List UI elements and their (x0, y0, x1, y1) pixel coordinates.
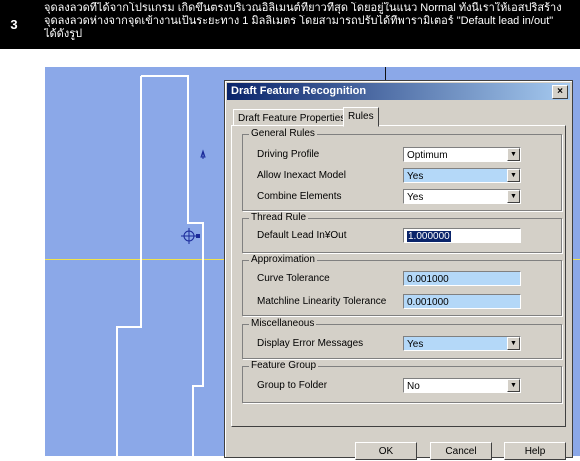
tab-rules[interactable]: Rules (343, 107, 379, 127)
thread-rule-group: Thread Rule Default Lead In¥Out 1.000000 (242, 212, 562, 253)
matchline-tolerance-input[interactable]: 0.001000 (403, 294, 521, 309)
driving-profile-select[interactable]: Optimum ▼ (403, 147, 521, 162)
group-label: Thread Rule (249, 212, 309, 224)
dialog-titlebar[interactable]: Draft Feature Recognition × (227, 83, 570, 100)
driving-profile-label: Driving Profile (257, 149, 320, 160)
rules-panel: General Rules Driving Profile Optimum ▼ … (231, 125, 566, 427)
cancel-button[interactable]: Cancel (430, 442, 492, 460)
chevron-down-icon[interactable]: ▼ (507, 169, 520, 182)
chevron-down-icon[interactable]: ▼ (507, 148, 520, 161)
selected-value: Yes (407, 192, 424, 203)
chevron-down-icon[interactable]: ▼ (507, 190, 520, 203)
instruction-line: จุดลงลวดที่ได้จากโปรแกรม เกิดขึ้นตรงบริเ… (44, 2, 562, 14)
curve-tolerance-input[interactable]: 0.001000 (403, 271, 521, 286)
step-number: 3 (10, 17, 18, 32)
group-to-folder-label: Group to Folder (257, 380, 328, 391)
general-rules-group: General Rules Driving Profile Optimum ▼ … (242, 128, 562, 211)
miscellaneous-group: Miscellaneous Display Error Messages Yes… (242, 318, 562, 359)
lead-value: 1.000000 (407, 231, 451, 242)
allow-inexact-model-label: Allow Inexact Model (257, 170, 346, 181)
allow-inexact-model-select[interactable]: Yes ▼ (403, 168, 521, 183)
default-lead-input[interactable]: 1.000000 (403, 228, 521, 243)
selected-value: No (407, 381, 420, 392)
close-button[interactable]: × (552, 85, 568, 99)
default-lead-label: Default Lead In¥Out (257, 230, 347, 241)
selected-value: Yes (407, 339, 424, 350)
direction-arrow-icon (200, 149, 206, 159)
profile-outline-left (116, 76, 142, 456)
instruction-text: จุดลงลวดที่ได้จากโปรแกรม เกิดขึ้นตรงบริเ… (44, 2, 578, 41)
curve-tolerance-label: Curve Tolerance (257, 273, 330, 284)
combine-elements-select[interactable]: Yes ▼ (403, 189, 521, 204)
dialog-title: Draft Feature Recognition (231, 85, 367, 97)
display-errors-label: Display Error Messages (257, 338, 364, 349)
selected-value: Yes (407, 171, 424, 182)
group-label: Miscellaneous (249, 318, 317, 330)
group-label: Feature Group (249, 360, 319, 372)
instruction-header: 3 จุดลงลวดที่ได้จากโปรแกรม เกิดขึ้นตรงบร… (0, 0, 580, 49)
instruction-line: ได้ดังรูป (44, 28, 83, 40)
matchline-tolerance-label: Matchline Linearity Tolerance (257, 296, 387, 307)
profile-outline (141, 75, 204, 456)
display-errors-select[interactable]: Yes ▼ (403, 336, 521, 351)
group-label: General Rules (249, 128, 317, 140)
instruction-line: จุดลงลวดห่างจากจุดเข้างานเป็นระยะทาง 1 ม… (44, 15, 554, 27)
wire-start-marker-icon (181, 228, 200, 244)
chevron-down-icon[interactable]: ▼ (507, 379, 520, 392)
help-button[interactable]: Help (504, 442, 566, 460)
ok-button[interactable]: OK (355, 442, 417, 460)
approximation-group: Approximation Curve Tolerance 0.001000 M… (242, 254, 562, 316)
group-to-folder-select[interactable]: No ▼ (403, 378, 521, 393)
tab-draft-feature-properties[interactable]: Draft Feature Properties (233, 109, 351, 126)
selected-value: Optimum (407, 150, 448, 161)
group-label: Approximation (249, 254, 317, 266)
combine-elements-label: Combine Elements (257, 191, 342, 202)
draft-feature-recognition-dialog: Draft Feature Recognition × Draft Featur… (224, 80, 573, 460)
feature-group-group: Feature Group Group to Folder No ▼ (242, 360, 562, 403)
chevron-down-icon[interactable]: ▼ (507, 337, 520, 350)
